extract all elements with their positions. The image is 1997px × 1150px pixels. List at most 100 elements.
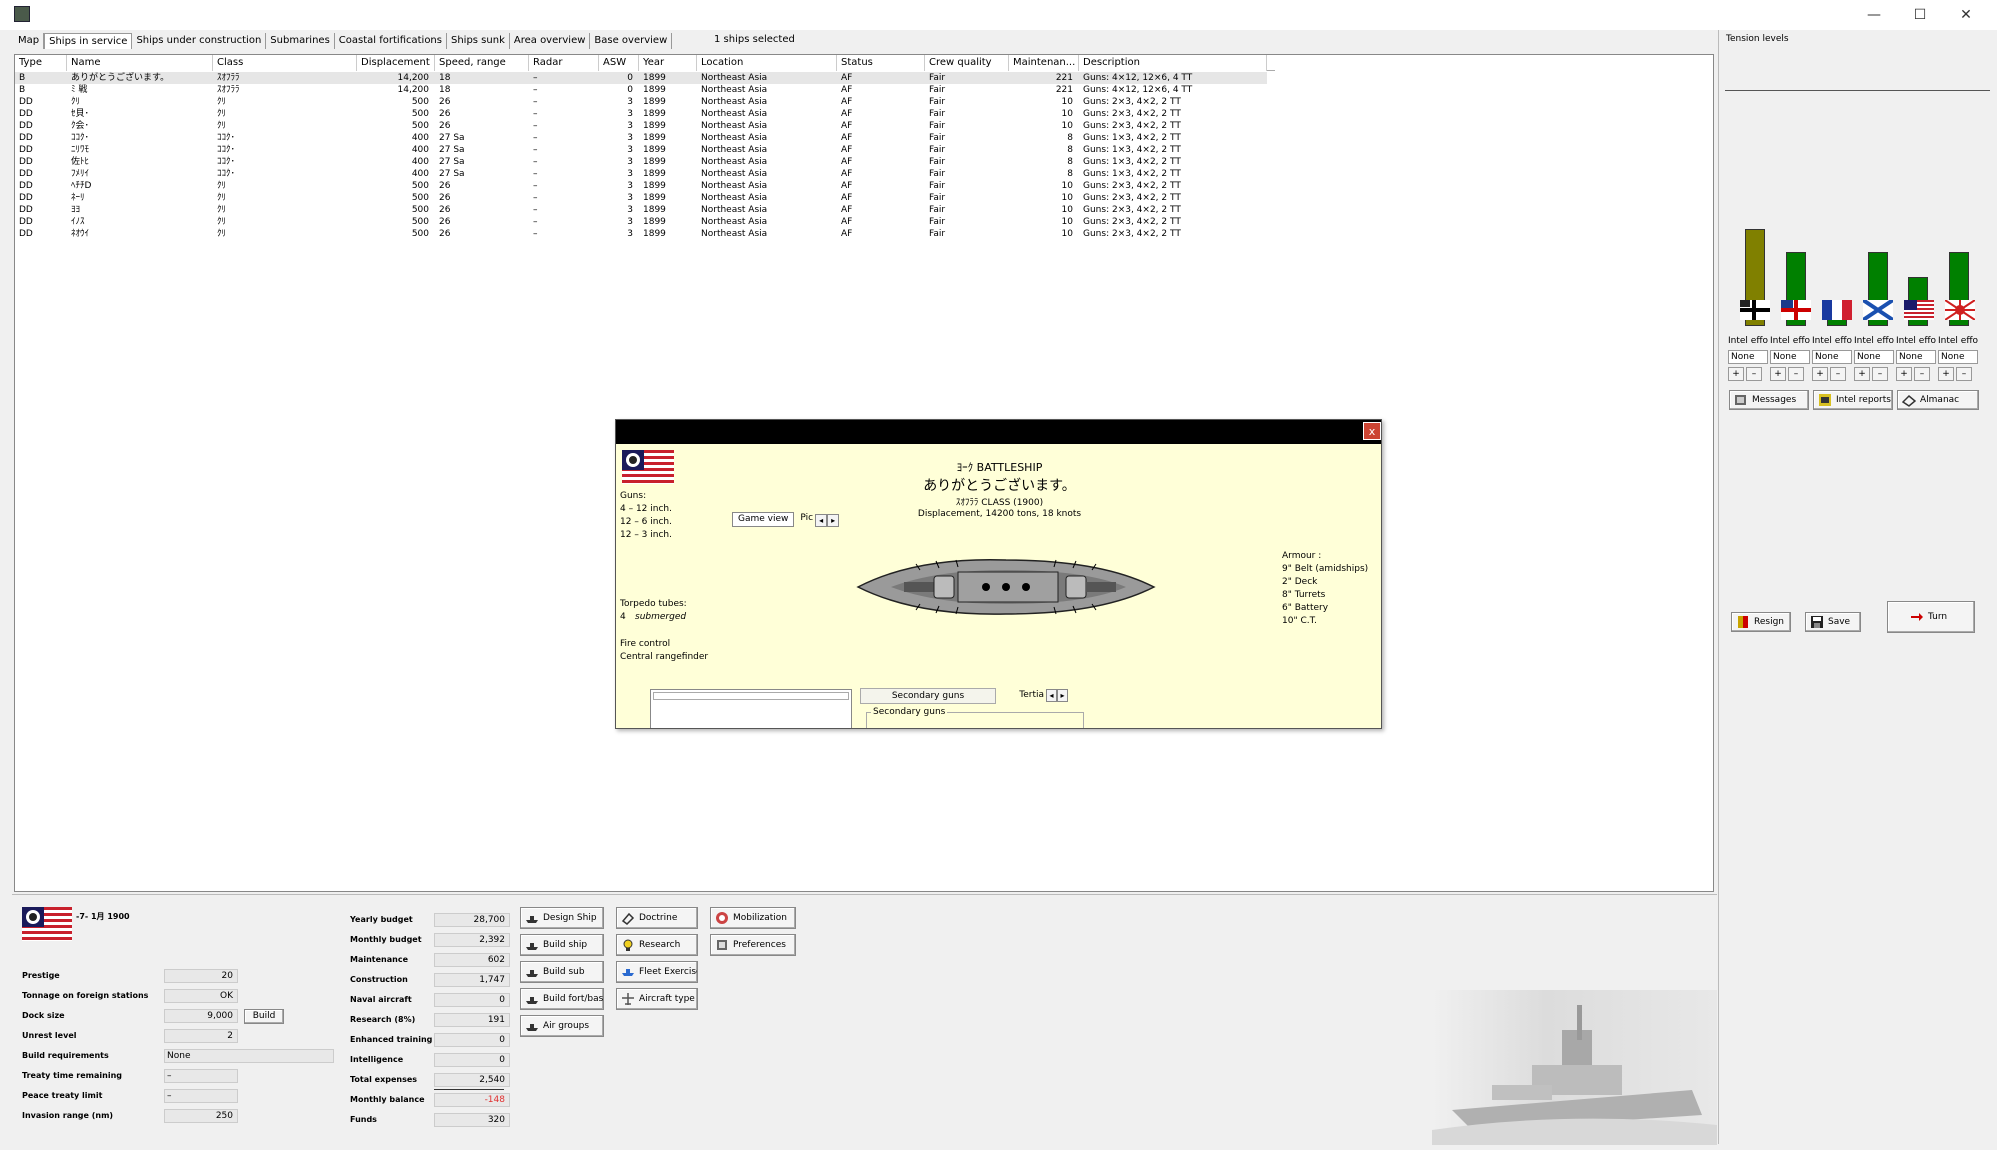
- table-row[interactable]: DD ｸﾘ ｸﾘ 500 26 – 3 1899 Northeast Asia AF Fair 10 G…: [15, 96, 1267, 108]
- tab-ships-under-construction[interactable]: Ships under construction: [132, 33, 267, 49]
- column-header[interactable]: Description: [1079, 55, 1267, 71]
- intel-effort-value[interactable]: None: [1938, 350, 1978, 364]
- column-header[interactable]: Crew quality: [925, 55, 1009, 71]
- intel-effort-value[interactable]: None: [1812, 350, 1852, 364]
- build-sub-button[interactable]: Build sub: [520, 961, 604, 983]
- column-header[interactable]: Name: [67, 55, 213, 71]
- tab-area-overview[interactable]: Area overview: [509, 33, 591, 49]
- tab-scroll-right[interactable]: ▸: [827, 514, 840, 527]
- column-header[interactable]: Year: [639, 55, 697, 71]
- intel-decrease-button[interactable]: –: [1746, 367, 1762, 381]
- tab-game-view[interactable]: Game view: [732, 512, 795, 527]
- turn-button[interactable]: Turn: [1887, 601, 1975, 633]
- table-cell: ｸﾘ: [217, 205, 227, 215]
- table-cell: –: [533, 109, 538, 119]
- budget-label: Monthly balance: [350, 1095, 425, 1104]
- intel-effort-value[interactable]: None: [1854, 350, 1894, 364]
- tab-base-overview[interactable]: Base overview: [590, 33, 673, 49]
- intel-increase-button[interactable]: +: [1770, 367, 1786, 381]
- minimize-button[interactable]: —: [1851, 0, 1897, 30]
- table-cell: 500: [411, 229, 429, 239]
- table-row[interactable]: DD ｲﾉｽ ｸﾘ 500 26 – 3 1899 Northeast Asia AF Fair 10…: [15, 216, 1267, 228]
- save-button[interactable]: Save: [1805, 612, 1861, 632]
- tab-pic[interactable]: Pic: [798, 512, 815, 527]
- doctrine-button[interactable]: Doctrine: [616, 907, 698, 929]
- intel-effort-value[interactable]: None: [1770, 350, 1810, 364]
- column-header[interactable]: Type: [15, 55, 67, 71]
- gun-tab-scroll-right[interactable]: ▸: [1057, 689, 1068, 702]
- column-header[interactable]: ASW: [599, 55, 639, 71]
- table-row[interactable]: DD ｺｺｸ･ ｺｺｸ･ 400 27 Sa – 3 1899 Northeast Asia AF…: [15, 132, 1267, 144]
- resign-button[interactable]: Resign: [1731, 612, 1791, 632]
- tab-ships-sunk[interactable]: Ships sunk: [446, 33, 510, 49]
- table-row[interactable]: B ﾐ 戦 ｽｵﾌﾗﾗ 14,200 18 – 0 1899 Northeast Asia AF F…: [15, 84, 1267, 96]
- japan-flag-icon: [1944, 299, 1976, 323]
- table-cell: ﾖﾖ: [71, 205, 81, 215]
- intel-increase-button[interactable]: +: [1938, 367, 1954, 381]
- table-row[interactable]: DD ﾆﾘﾜﾓ ｺｺｸ･ 400 27 Sa – 3 1899 Northeast Asia AF…: [15, 144, 1267, 156]
- dialog-close-button[interactable]: x: [1363, 422, 1381, 440]
- intel-increase-button[interactable]: +: [1896, 367, 1912, 381]
- dock-build-button[interactable]: Build: [244, 1009, 284, 1024]
- messages-button[interactable]: Messages: [1729, 390, 1809, 410]
- intel-decrease-button[interactable]: –: [1788, 367, 1804, 381]
- research-button[interactable]: Research: [616, 934, 698, 956]
- tab-ships-in-service[interactable]: Ships in service: [44, 33, 133, 49]
- design-ship-button[interactable]: Design Ship: [520, 907, 604, 929]
- table-row[interactable]: DD ﾈｰﾘ ｸﾘ 500 26 – 3 1899 Northeast Asia AF Fair 10…: [15, 192, 1267, 204]
- intel-increase-button[interactable]: +: [1812, 367, 1828, 381]
- table-cell: ｾ貝･: [71, 109, 90, 119]
- table-cell: AF: [841, 169, 853, 179]
- column-header[interactable]: Location: [697, 55, 837, 71]
- intel-reports-button[interactable]: Intel reports: [1813, 390, 1893, 410]
- column-header[interactable]: Class: [213, 55, 357, 71]
- close-button[interactable]: ✕: [1943, 0, 1989, 30]
- intel-decrease-button[interactable]: –: [1830, 367, 1846, 381]
- intel-effort-value[interactable]: None: [1896, 350, 1936, 364]
- gun-tab-scroll-left[interactable]: ◂: [1046, 689, 1057, 702]
- intel-effort-value[interactable]: None: [1728, 350, 1768, 364]
- table-row[interactable]: DD ﾌﾒﾘｲ ｺｺｸ･ 400 27 Sa – 3 1899 Northeast Asia AF…: [15, 168, 1267, 180]
- column-header[interactable]: Speed, range: [435, 55, 529, 71]
- column-header[interactable]: Maintenan...: [1009, 55, 1079, 71]
- intel-decrease-button[interactable]: –: [1914, 367, 1930, 381]
- intel-increase-button[interactable]: +: [1854, 367, 1870, 381]
- intel-decrease-button[interactable]: –: [1872, 367, 1888, 381]
- air-groups-button[interactable]: Air groups: [520, 1015, 604, 1037]
- almanac-button[interactable]: Almanac: [1897, 390, 1979, 410]
- mobilization-button[interactable]: Mobilization: [710, 907, 796, 929]
- aircraft-type-button[interactable]: Aircraft type: [616, 988, 698, 1010]
- table-row[interactable]: DD ｸ会･ ｸﾘ 500 26 – 3 1899 Northeast Asia AF Fair 10…: [15, 120, 1267, 132]
- table-cell: Fair: [929, 157, 946, 167]
- table-cell: 26: [439, 97, 451, 107]
- table-row[interactable]: DD ﾖﾖ ｸﾘ 500 26 – 3 1899 Northeast Asia AF Fair 10 G…: [15, 204, 1267, 216]
- table-row[interactable]: B ありがとうございます。 ｽｵﾌﾗﾗ 14,200 18 – 0 1899 Northeast…: [15, 72, 1267, 84]
- column-header[interactable]: Radar: [529, 55, 599, 71]
- ship-silhouette: [856, 552, 1156, 625]
- table-cell: B: [19, 85, 26, 95]
- tab-tertiary-guns[interactable]: Tertia: [996, 688, 1046, 704]
- table-row[interactable]: DD ﾈｵｳｲ ｸﾘ 500 26 – 3 1899 Northeast Asia AF Fair 1…: [15, 228, 1267, 240]
- table-row[interactable]: DD 佐ﾄﾋ ｺｺｸ･ 400 27 Sa – 3 1899 Northeast Asia AF F…: [15, 156, 1267, 168]
- column-header[interactable]: Status: [837, 55, 925, 71]
- column-header[interactable]: Displacement: [357, 55, 435, 71]
- table-row[interactable]: DD ﾍﾁﾁD ｸﾘ 500 26 – 3 1899 Northeast Asia AF Fair 1…: [15, 180, 1267, 192]
- intel-increase-button[interactable]: +: [1728, 367, 1744, 381]
- maximize-button[interactable]: ☐: [1897, 0, 1943, 30]
- build-ship-button[interactable]: Build ship: [520, 934, 604, 956]
- tab-map[interactable]: Map: [14, 33, 45, 49]
- build-fort-button[interactable]: Build fort/base: [520, 988, 604, 1010]
- intel-decrease-button[interactable]: –: [1956, 367, 1972, 381]
- preferences-button[interactable]: Preferences: [710, 934, 796, 956]
- dialog-title-bar[interactable]: x: [616, 420, 1381, 444]
- table-cell: 221: [1055, 73, 1073, 83]
- tab-scroll-left[interactable]: ◂: [815, 514, 828, 527]
- tab-coastal-fortifications[interactable]: Coastal fortifications: [334, 33, 447, 49]
- tab-secondary-guns[interactable]: Secondary guns: [860, 688, 996, 704]
- fleet-exercise-button[interactable]: Fleet Exercise: [616, 961, 698, 983]
- tab-submarines[interactable]: Submarines: [266, 33, 335, 49]
- table-row[interactable]: DD ｾ貝･ ｸﾘ 500 26 – 3 1899 Northeast Asia AF Fair 10…: [15, 108, 1267, 120]
- current-date: -7- 1月 1900: [76, 912, 130, 921]
- component-listbox[interactable]: [650, 689, 852, 728]
- listbox-item[interactable]: [653, 692, 849, 700]
